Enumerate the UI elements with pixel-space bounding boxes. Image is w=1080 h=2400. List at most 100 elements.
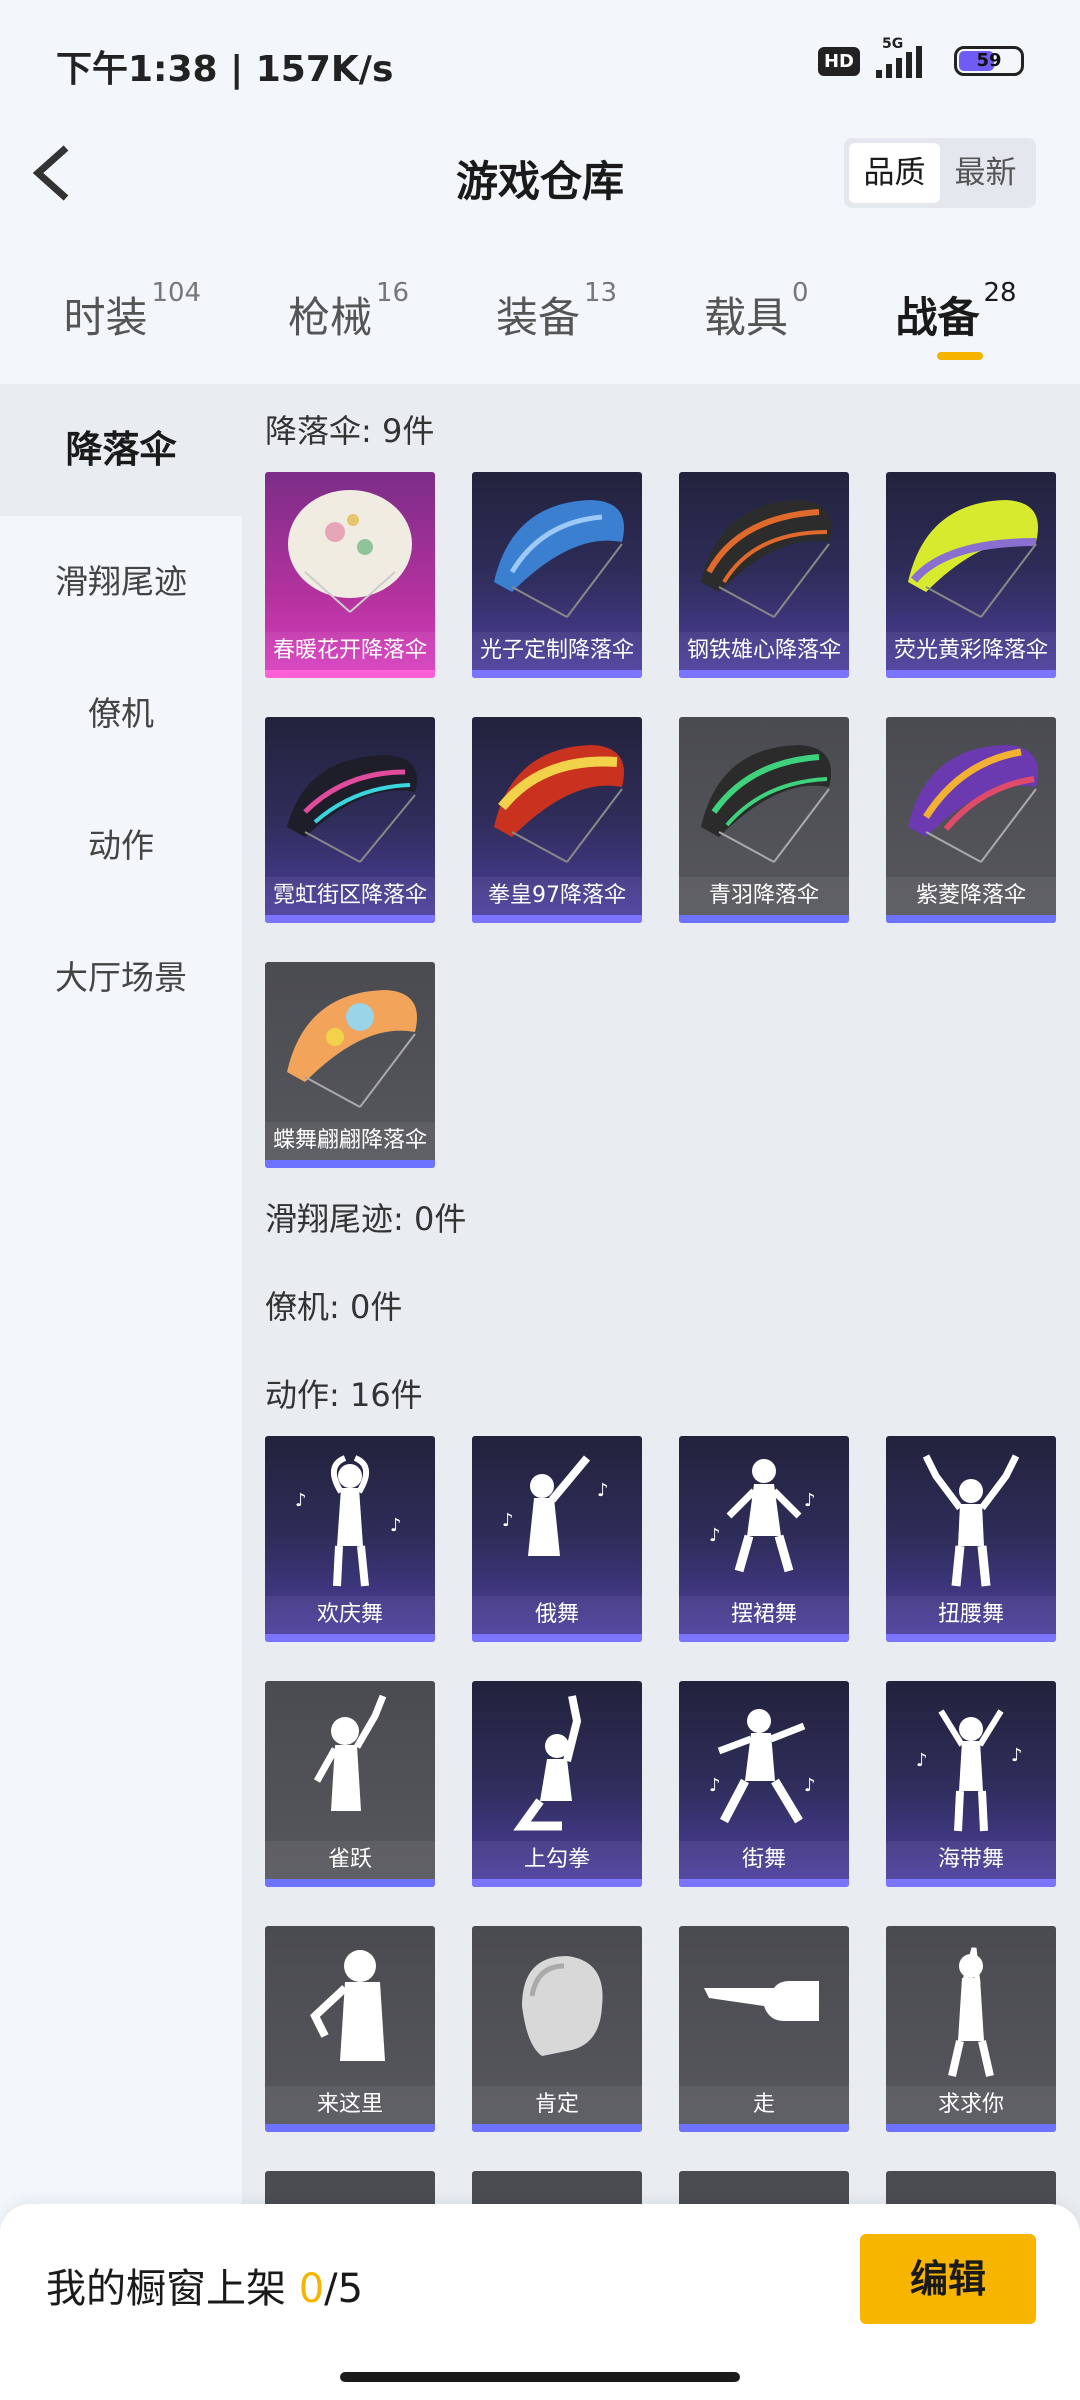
parachute-icon — [494, 500, 624, 618]
item-card[interactable]: 拳皇97降落伞 — [472, 717, 642, 923]
tab-vehicles[interactable]: 载具 0 — [704, 270, 809, 370]
item-card[interactable]: 肯定 — [472, 1926, 642, 2132]
item-card[interactable]: 青羽降落伞 — [679, 717, 849, 923]
svg-text:♪: ♪ — [502, 1510, 514, 1531]
pointing-hand-icon — [704, 1981, 819, 2021]
section-title-glide-trail: 滑翔尾迹: 0件 — [265, 1200, 467, 1238]
item-name: 春暖花开降落伞 — [272, 638, 427, 663]
item-name: 上勾拳 — [523, 1847, 590, 1872]
item-name: 海带舞 — [937, 1847, 1004, 1872]
item-name: 走 — [752, 2092, 775, 2117]
boxer-icon — [513, 1695, 582, 1831]
pleading-figure-icon — [948, 1947, 994, 2077]
item-card[interactable]: 紫菱降落伞 — [886, 717, 1056, 923]
item-card[interactable]: 上勾拳 — [472, 1681, 642, 1887]
sidenav-item-wingman[interactable]: 僚机 — [0, 648, 242, 780]
item-card[interactable]: ♪ ♪ 街舞 — [679, 1681, 849, 1887]
item-name: 钢铁雄心降落伞 — [686, 638, 841, 663]
svg-text:♪: ♪ — [390, 1515, 402, 1536]
item-name: 拳皇97降落伞 — [488, 883, 626, 908]
tab-fashion[interactable]: 时装 104 — [63, 270, 201, 370]
battery-icon: 59 — [954, 46, 1024, 76]
parachute-icon — [287, 755, 417, 863]
svg-text:♪: ♪ — [804, 1490, 816, 1511]
parachute-icon — [287, 990, 417, 1108]
sidenav-item-glide-trail[interactable]: 滑翔尾迹 — [0, 516, 242, 648]
section-title-wingman: 僚机: 0件 — [265, 1288, 403, 1326]
item-card[interactable]: 光子定制降落伞 — [472, 472, 642, 678]
parachute-icon — [701, 745, 831, 863]
svg-text:♪: ♪ — [709, 1775, 721, 1796]
tab-equipment[interactable]: 装备 13 — [496, 270, 617, 370]
tab-weapons[interactable]: 枪械 16 — [288, 270, 409, 370]
item-name: 扭腰舞 — [937, 1602, 1004, 1627]
item-name: 俄舞 — [534, 1602, 579, 1627]
item-name: 街舞 — [741, 1847, 786, 1872]
svg-text:♪: ♪ — [295, 1490, 307, 1511]
sort-newest-button[interactable]: 最新 — [940, 143, 1031, 203]
dancer-icon: ♪♪ — [916, 1709, 1023, 1832]
item-name: 肯定 — [534, 2092, 579, 2117]
category-tabs: 时装 104 枪械 16 装备 13 载具 0 战备 28 — [0, 270, 1080, 370]
item-card[interactable]: 春暖花开降落伞 — [265, 472, 435, 678]
parachute-icon — [494, 745, 624, 863]
item-card[interactable]: 雀跃 — [265, 1681, 435, 1887]
svg-text:♪: ♪ — [804, 1775, 816, 1796]
dancer-icon: ♪♪ — [295, 1455, 402, 1587]
item-name: 求求你 — [937, 2092, 1004, 2117]
item-name: 来这里 — [316, 2092, 383, 2117]
item-card[interactable]: 荧光黄彩降落伞 — [886, 472, 1056, 678]
item-card[interactable]: 霓虹街区降落伞 — [265, 717, 435, 923]
dancer-icon: ♪♪ — [502, 1455, 609, 1556]
bottom-bar: 我的橱窗上架 0/5 编辑 — [0, 2204, 1080, 2400]
item-name: 青羽降落伞 — [708, 883, 819, 908]
showcase-status: 我的橱窗上架 0/5 — [46, 2266, 364, 2312]
svg-text:♪: ♪ — [709, 1525, 721, 1546]
svg-text:♪: ♪ — [1011, 1745, 1023, 1766]
edit-button[interactable]: 编辑 — [860, 2234, 1036, 2324]
parachute-icon — [908, 745, 1038, 863]
item-card[interactable]: 蝶舞翩翩降落伞 — [265, 962, 435, 1168]
item-card[interactable]: ♪ ♪ 海带舞 — [886, 1681, 1056, 1887]
active-tab-indicator — [937, 352, 984, 360]
section-title-emote: 动作: 16件 — [265, 1376, 423, 1414]
side-nav: 降落伞 滑翔尾迹 僚机 动作 大厅场景 — [0, 384, 242, 2400]
item-name: 光子定制降落伞 — [479, 638, 634, 663]
hd-icon: HD — [817, 46, 860, 76]
item-card[interactable]: ♪ ♪ 俄舞 — [472, 1436, 642, 1642]
svg-text:♪: ♪ — [916, 1750, 928, 1771]
sidenav-item-parachute[interactable]: 降落伞 — [0, 384, 242, 516]
sidenav-item-emote[interactable]: 动作 — [0, 780, 242, 912]
parachute-icon — [908, 500, 1038, 618]
item-card[interactable]: ♪ ♪ 欢庆舞 — [265, 1436, 435, 1642]
item-card[interactable]: 钢铁雄心降落伞 — [679, 472, 849, 678]
dancer-icon: ♪♪ — [709, 1459, 816, 1573]
home-indicator[interactable] — [340, 2372, 740, 2382]
item-card[interactable]: 求求你 — [886, 1926, 1056, 2132]
header: 游戏仓库 品质 最新 — [0, 120, 1080, 230]
item-card[interactable]: ♪ ♪ 摆裙舞 — [679, 1436, 849, 1642]
battery-level: 59 — [976, 50, 1002, 71]
item-name: 欢庆舞 — [316, 1602, 383, 1627]
item-name: 荧光黄彩降落伞 — [893, 638, 1048, 663]
item-card[interactable]: 来这里 — [265, 1926, 435, 2132]
status-time: 下午1:38 | 157K/s — [56, 49, 394, 90]
signal-icon: 5G — [872, 36, 942, 78]
parachute-icon — [288, 490, 412, 613]
sort-quality-button[interactable]: 品质 — [849, 143, 940, 203]
item-name: 摆裙舞 — [730, 1602, 797, 1627]
beckoning-figure-icon — [310, 1950, 385, 2061]
item-card[interactable]: 扭腰舞 — [886, 1436, 1056, 1642]
item-grid: 降落伞: 9件 春暖花开降落伞 光子定制降落伞 钢铁雄心降落伞 荧光黄彩降落伞 … — [242, 384, 1080, 2400]
parachute-icon — [701, 500, 831, 618]
section-title-parachute: 降落伞: 9件 — [265, 412, 435, 450]
sidenav-item-lobby-scene[interactable]: 大厅场景 — [0, 912, 242, 1044]
item-name: 蝶舞翩翩降落伞 — [272, 1128, 427, 1153]
item-name: 紫菱降落伞 — [915, 883, 1026, 908]
jumping-figure-icon — [313, 1694, 387, 1811]
tab-combat-gear[interactable]: 战备 28 — [895, 270, 1017, 370]
item-card[interactable]: 走 — [679, 1926, 849, 2132]
item-name: 雀跃 — [327, 1847, 372, 1872]
status-bar: 下午1:38 | 157K/s HD 5G 59 — [0, 0, 1080, 120]
dancer-icon: ♪♪ — [709, 1709, 816, 1824]
